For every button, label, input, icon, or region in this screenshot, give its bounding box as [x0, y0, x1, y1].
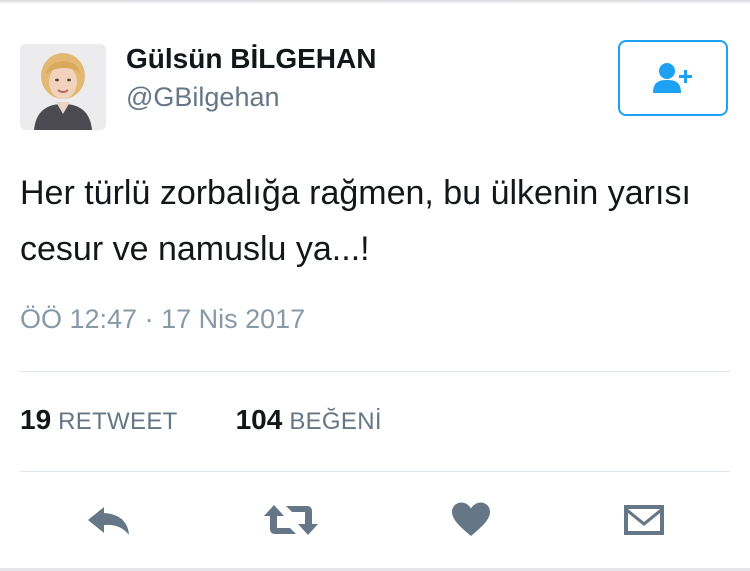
retweet-button[interactable]	[259, 488, 323, 552]
envelope-icon	[624, 505, 664, 535]
retweet-count: 19	[20, 404, 52, 435]
like-button[interactable]	[439, 488, 503, 552]
heart-icon	[452, 502, 490, 536]
retweet-stat[interactable]: 19 RETWEET	[20, 404, 178, 436]
reply-icon	[88, 507, 129, 535]
tweet-timestamp[interactable]: ÖÖ 12:47 · 17 Nis 2017	[20, 304, 305, 335]
user-handle[interactable]: @GBilgehan	[126, 82, 280, 113]
divider	[20, 471, 730, 472]
add-user-icon	[653, 63, 692, 93]
reply-button[interactable]	[77, 488, 141, 552]
like-count: 104	[235, 404, 283, 435]
retweet-label: RETWEET	[58, 408, 178, 435]
follow-button[interactable]	[618, 40, 728, 116]
avatar-image	[20, 44, 106, 130]
like-stat[interactable]: 104 BEĞENİ	[236, 404, 382, 436]
avatar[interactable]	[20, 44, 106, 130]
action-bar	[0, 488, 750, 552]
direct-message-button[interactable]	[612, 488, 676, 552]
display-name[interactable]: Gülsün BİLGEHAN	[126, 43, 376, 75]
like-label: BEĞENİ	[289, 408, 382, 435]
tweet-card: Gülsün BİLGEHAN @GBilgehan Her türlü zor…	[0, 0, 750, 571]
tweet-stats: 19 RETWEET 104 BEĞENİ	[20, 404, 382, 440]
divider	[20, 371, 730, 372]
tweet-text: Her türlü zorbalığa rağmen, bu ülkenin y…	[20, 174, 691, 268]
retweet-icon	[264, 505, 318, 535]
